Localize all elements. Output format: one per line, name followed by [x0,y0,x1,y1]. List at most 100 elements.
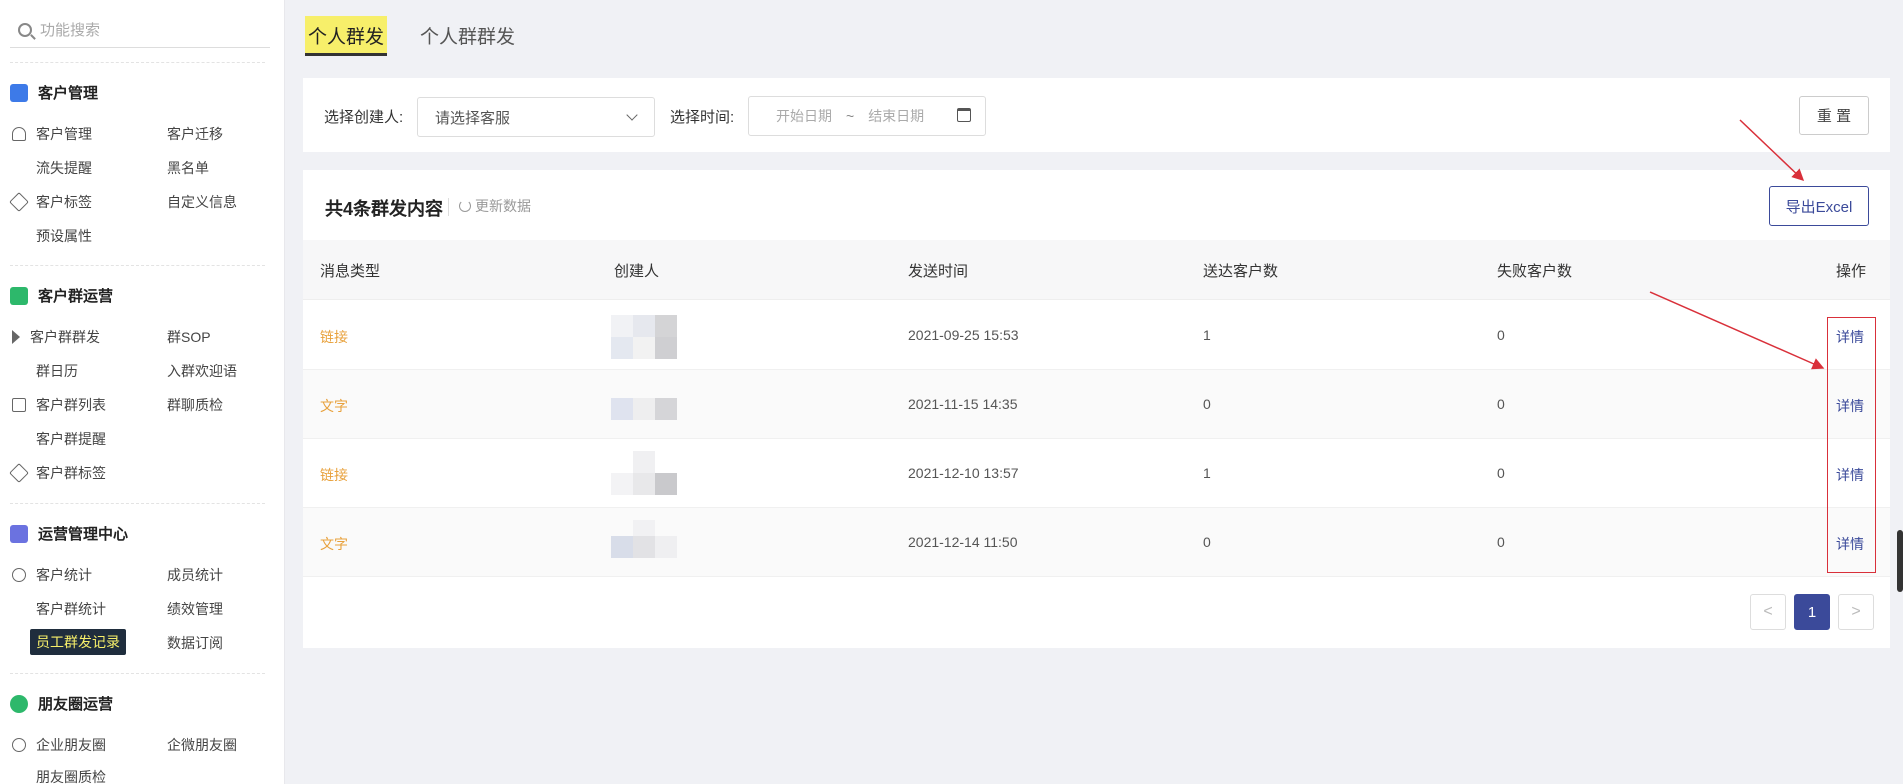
delivered-count: 1 [1203,465,1211,481]
users-icon [10,83,28,102]
sidebar-item-moments-inspection[interactable]: 朋友圈质检 [36,767,106,784]
sidebar-item-customer-management[interactable]: 客户管理 [12,124,92,144]
send-time: 2021-12-14 11:50 [908,534,1018,550]
sidebar-item-enterprise-moments[interactable]: 企业朋友圈 [12,735,106,755]
refresh-label: 更新数据 [475,198,531,214]
chevron-down-icon [626,109,638,121]
table-header: 消息类型 创建人 发送时间 送达客户数 失败客户数 操作 [303,240,1890,300]
sidebar-item-customer-migration[interactable]: 客户迁移 [167,124,223,144]
tag-icon [9,463,29,483]
failed-count: 0 [1497,465,1505,481]
sidebar-item-label: 自定义信息 [167,194,237,210]
search-placeholder: 功能搜索 [40,22,101,39]
date-range-picker[interactable]: 开始日期 ~ 结束日期 [748,96,986,136]
end-date-input[interactable]: 结束日期 [868,106,924,126]
creator-avatar-blurred [611,449,691,497]
table-row: 文字 2021-11-15 14:35 0 0 详情 [303,370,1890,439]
divider [448,198,449,216]
sidebar-item-group-list[interactable]: 客户群列表 [12,395,106,415]
sidebar-item-customer-tags[interactable]: 客户标签 [9,192,92,212]
tab-personal-broadcast[interactable]: 个人群发 [305,16,388,56]
sidebar-item-label: 客户统计 [36,567,92,583]
send-time: 2021-12-10 13:57 [908,465,1019,481]
start-date-input[interactable]: 开始日期 [776,106,832,126]
user-icon [12,127,26,141]
search-input[interactable]: 功能搜索 [10,12,270,48]
creator-label: 选择创建人: [324,109,404,126]
sidebar-item-group-calendar[interactable]: 群日历 [36,361,78,381]
delivered-count: 1 [1203,327,1211,343]
sidebar-item-group-reminder[interactable]: 客户群提醒 [36,429,106,449]
table-row: 文字 2021-12-14 11:50 0 0 详情 [303,508,1890,577]
sidebar-item-label: 企微朋友圈 [167,737,237,753]
sidebar-item-label: 客户群统计 [36,601,106,617]
sidebar-item-label: 入群欢迎语 [167,363,237,379]
divider [10,503,265,504]
sidebar-item-label: 朋友圈质检 [36,769,106,784]
prev-page-button[interactable]: < [1750,594,1786,630]
tab-bar: 个人群发 个人群群发 [305,16,518,56]
creator-avatar-blurred [611,518,691,566]
message-type: 链接 [320,467,348,483]
sidebar-item-label: 群日历 [36,363,78,379]
table-row: 链接 2021-09-25 15:53 1 0 详情 [303,301,1890,370]
sidebar-item-group-tags[interactable]: 客户群标签 [9,463,106,483]
sidebar-item-churn-alert[interactable]: 流失提醒 [36,158,92,178]
sidebar-item-welcome-message[interactable]: 入群欢迎语 [167,361,237,381]
message-type: 文字 [320,536,348,552]
creator-select[interactable]: 请选择客服 [417,97,655,137]
time-label: 选择时间: [670,109,735,126]
sidebar-item-customer-stats[interactable]: 客户统计 [12,565,92,585]
sidebar-item-blacklist[interactable]: 黑名单 [167,158,209,178]
sidebar-item-label: 客户管理 [36,126,92,142]
page-1-button[interactable]: 1 [1794,594,1830,630]
group-title-moments-operations[interactable]: 朋友圈运营 [10,693,113,714]
group-title-operations-center[interactable]: 运营管理中心 [10,523,128,544]
reset-button[interactable]: 重 置 [1799,96,1869,135]
sidebar-item-label: 黑名单 [167,160,209,176]
scrollbar-handle[interactable] [1897,530,1903,592]
sidebar: 功能搜索 客户管理 客户管理 客户迁移 流失提醒 黑名单 客户标签 自定义信息 … [0,0,285,784]
sidebar-item-label: 客户群群发 [30,329,100,345]
sidebar-item-member-stats[interactable]: 成员统计 [167,565,223,585]
sidebar-item-custom-info[interactable]: 自定义信息 [167,192,237,212]
group-title-label: 客户群运营 [38,288,114,305]
tag-icon [9,192,29,212]
sidebar-item-label: 员工群发记录 [36,634,120,650]
next-page-button[interactable]: > [1838,594,1874,630]
sidebar-item-label: 客户迁移 [167,126,223,142]
calendar-icon [957,108,971,122]
refresh-icon [459,200,471,212]
message-type: 链接 [320,329,348,345]
sidebar-item-label: 群聊质检 [167,397,223,413]
sidebar-item-label: 流失提醒 [36,160,92,176]
sidebar-item-group-sop[interactable]: 群SOP [167,327,211,347]
sidebar-item-staff-broadcast-records[interactable]: 员工群发记录 [30,629,126,655]
sidebar-item-data-subscription[interactable]: 数据订阅 [167,633,223,653]
sidebar-item-wecom-moments[interactable]: 企微朋友圈 [167,735,237,755]
sidebar-item-group-broadcast[interactable]: 客户群群发 [12,327,100,347]
sidebar-item-group-stats[interactable]: 客户群统计 [36,599,106,619]
sidebar-item-label: 成员统计 [167,567,223,583]
sidebar-item-label: 群SOP [167,329,211,345]
sidebar-item-label: 绩效管理 [167,601,223,617]
divider [10,62,265,63]
send-time: 2021-11-15 14:35 [908,396,1018,412]
filter-panel: 选择创建人: 请选择客服 选择时间: 开始日期 ~ 结束日期 重 置 [303,78,1890,152]
sidebar-item-performance[interactable]: 绩效管理 [167,599,223,619]
refresh-button[interactable]: 更新数据 [459,196,531,216]
export-excel-button[interactable]: 导出Excel [1769,186,1869,226]
chat-icon [10,286,28,305]
comment-icon [12,738,26,752]
group-title-customer-management[interactable]: 客户管理 [10,82,98,103]
sidebar-item-label: 客户群标签 [36,465,106,481]
sidebar-item-preset-attributes[interactable]: 预设属性 [36,226,92,246]
creator-select-value: 请选择客服 [435,109,511,127]
sidebar-item-label: 客户标签 [36,194,92,210]
group-title-group-operations[interactable]: 客户群运营 [10,285,113,306]
message-type: 文字 [320,398,348,414]
aperture-icon [10,694,28,713]
sidebar-item-chat-inspection[interactable]: 群聊质检 [167,395,223,415]
tab-personal-group-broadcast[interactable]: 个人群群发 [417,16,518,56]
send-icon [12,330,20,344]
